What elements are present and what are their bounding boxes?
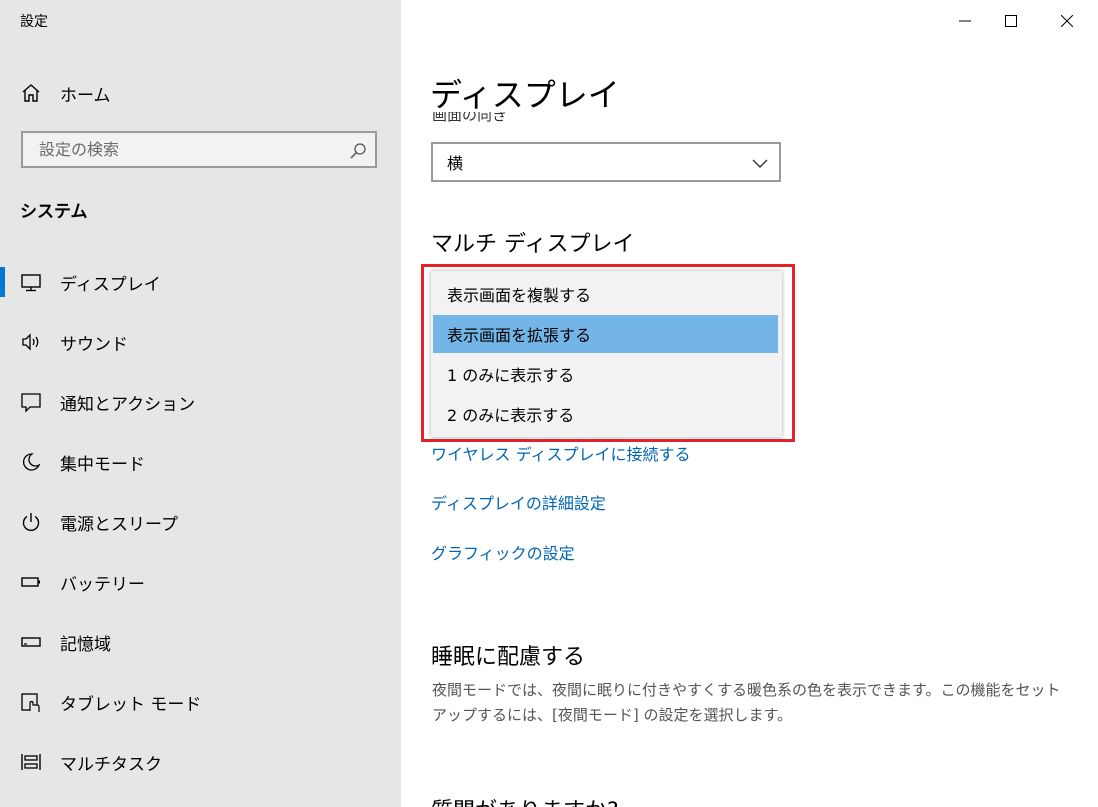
home-label: ホーム bbox=[60, 85, 111, 106]
search-box[interactable] bbox=[21, 131, 377, 168]
section-label: システム bbox=[20, 202, 88, 222]
multi-display-option-only-1[interactable]: 1 のみに表示する bbox=[433, 355, 778, 393]
sidebar-item-label: ディスプレイ bbox=[60, 274, 161, 295]
multitask-icon bbox=[21, 754, 41, 770]
sidebar-item-focus[interactable]: 集中モード bbox=[0, 440, 401, 484]
sidebar-item-label: 通知とアクション bbox=[60, 394, 196, 415]
chevron-down-icon bbox=[752, 159, 768, 168]
option-label: 1 のみに表示する bbox=[447, 366, 575, 385]
home-nav-item[interactable]: ホーム bbox=[20, 78, 111, 108]
sidebar-item-notifications[interactable]: 通知とアクション bbox=[0, 380, 401, 424]
sidebar-item-battery[interactable]: バッテリー bbox=[0, 560, 401, 604]
orientation-select[interactable]: 横 bbox=[431, 142, 781, 182]
sidebar-item-label: バッテリー bbox=[60, 574, 145, 595]
multi-display-dropdown[interactable]: 表示画面を複製する 表示画面を拡張する 1 のみに表示する 2 のみに表示する bbox=[431, 271, 782, 437]
close-button[interactable] bbox=[1044, 0, 1090, 42]
minimize-button[interactable] bbox=[942, 0, 988, 42]
sidebar-item-power[interactable]: 電源とスリープ bbox=[0, 500, 401, 544]
multi-display-option-extend[interactable]: 表示画面を拡張する bbox=[433, 315, 778, 353]
multi-display-option-duplicate[interactable]: 表示画面を複製する bbox=[433, 275, 778, 313]
orientation-label-text: 画面の向き bbox=[432, 112, 508, 124]
monitor-icon bbox=[21, 274, 41, 292]
page-title: ディスプレイ bbox=[430, 76, 620, 114]
notification-icon bbox=[21, 393, 41, 413]
question-heading: 質問がありますか? bbox=[431, 793, 619, 807]
close-icon bbox=[1061, 15, 1073, 27]
active-indicator bbox=[0, 267, 5, 297]
option-label: 表示画面を複製する bbox=[447, 286, 592, 305]
power-icon bbox=[22, 513, 40, 531]
sleep-description: 夜間モードでは、夜間に眠りに付きやすくする暖色系の色を表示できます。この機能をセ… bbox=[432, 681, 1061, 724]
sidebar: 設定 ホーム システム ディスプレイ サウンド bbox=[0, 0, 401, 807]
sidebar-item-tablet-mode[interactable]: タブレット モード bbox=[0, 680, 401, 724]
sidebar-item-label: マルチタスク bbox=[60, 754, 162, 775]
sidebar-item-label: タブレット モード bbox=[60, 694, 202, 715]
orientation-value: 横 bbox=[447, 154, 464, 173]
sidebar-item-display[interactable]: ディスプレイ bbox=[0, 260, 401, 304]
sidebar-item-multitask[interactable]: マルチタスク bbox=[0, 740, 401, 784]
option-label: 表示画面を拡張する bbox=[447, 326, 592, 345]
link-graphics-settings[interactable]: グラフィックの設定 bbox=[431, 540, 575, 564]
orientation-label: 画面の向き bbox=[432, 112, 507, 128]
option-label: 2 のみに表示する bbox=[447, 406, 575, 425]
link-wireless-display[interactable]: ワイヤレス ディスプレイに接続する bbox=[431, 441, 691, 465]
tablet-mode-icon bbox=[21, 693, 40, 712]
minimize-icon bbox=[959, 20, 971, 22]
link-advanced-display[interactable]: ディスプレイの詳細設定 bbox=[431, 490, 606, 514]
sidebar-item-label: 電源とスリープ bbox=[60, 514, 178, 535]
maximize-button[interactable] bbox=[988, 0, 1034, 42]
speaker-icon bbox=[22, 333, 39, 351]
sidebar-item-label: サウンド bbox=[60, 334, 128, 355]
sleep-heading: 睡眠に配慮する bbox=[431, 645, 586, 670]
sidebar-item-label: 記憶域 bbox=[60, 634, 111, 655]
sidebar-item-storage[interactable]: 記憶域 bbox=[0, 620, 401, 664]
battery-icon bbox=[21, 577, 40, 587]
home-icon bbox=[22, 84, 40, 102]
moon-icon bbox=[23, 453, 41, 471]
search-input[interactable] bbox=[37, 139, 341, 160]
app-title: 設定 bbox=[20, 14, 48, 30]
main-content: ディスプレイ 画面の向き 横 マルチ ディスプレイ 表示画面を複製する 表示画面… bbox=[401, 0, 1098, 807]
multi-display-option-only-2[interactable]: 2 のみに表示する bbox=[433, 395, 778, 433]
storage-icon bbox=[21, 637, 41, 647]
sidebar-item-sound[interactable]: サウンド bbox=[0, 320, 401, 364]
search-icon[interactable] bbox=[349, 142, 367, 160]
maximize-icon bbox=[1005, 15, 1017, 27]
multi-display-heading: マルチ ディスプレイ bbox=[431, 232, 635, 257]
sidebar-item-label: 集中モード bbox=[60, 454, 145, 475]
